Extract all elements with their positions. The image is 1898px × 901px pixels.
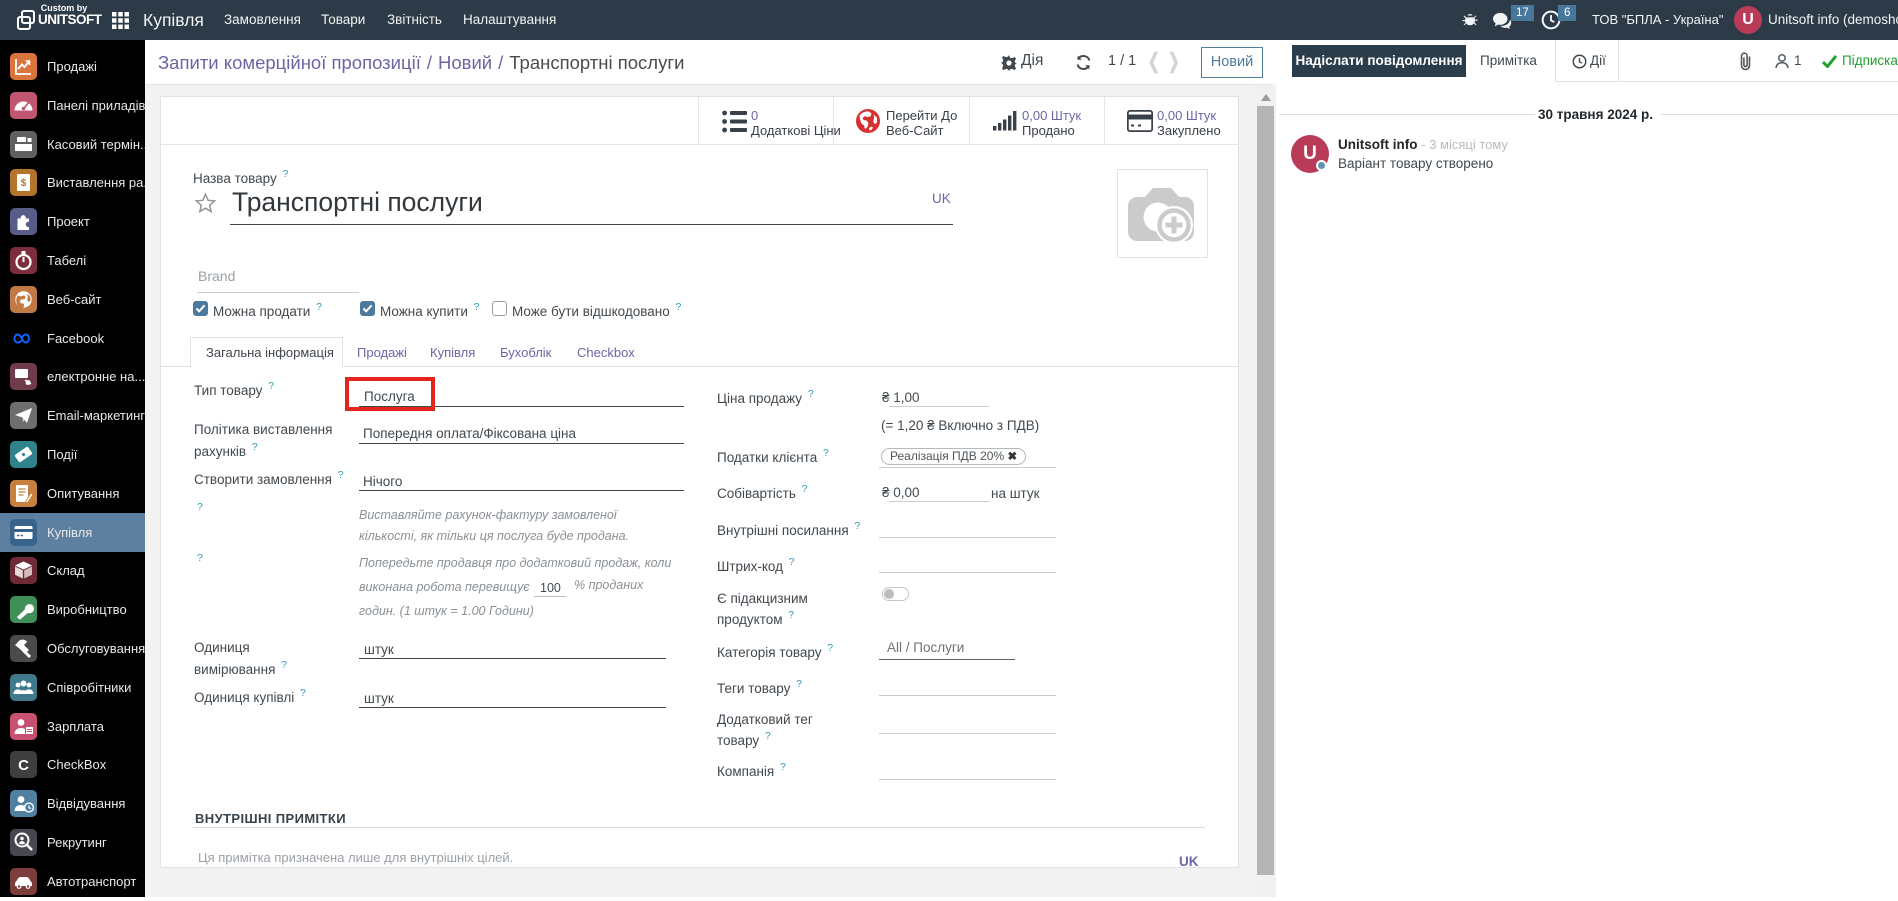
svg-text:C: C bbox=[18, 757, 29, 774]
svg-text:$: $ bbox=[21, 178, 27, 189]
